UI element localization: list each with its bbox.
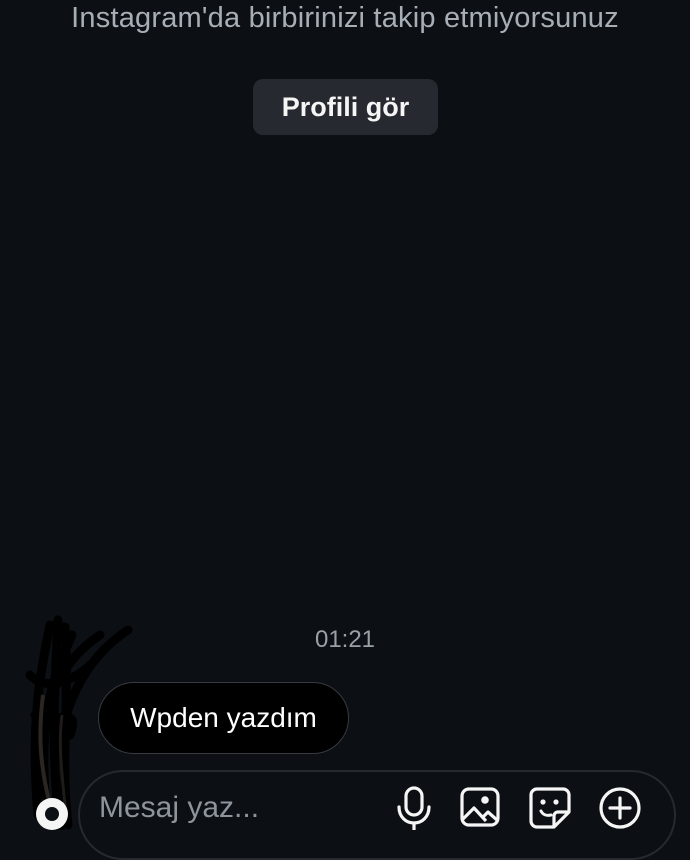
camera-icon — [30, 786, 74, 830]
message-input[interactable] — [99, 786, 369, 830]
message-bubble: Wpden yazdım — [98, 682, 349, 754]
add-button[interactable] — [598, 786, 642, 830]
add-icon — [598, 786, 642, 830]
camera-button[interactable] — [30, 786, 74, 830]
microphone-icon — [394, 786, 434, 830]
image-icon — [459, 786, 501, 830]
sticker-button[interactable] — [528, 786, 572, 830]
gallery-button[interactable] — [458, 786, 502, 830]
view-profile-button[interactable]: Profili gör — [253, 79, 438, 135]
follow-notice: Instagram'da birbirinizi takip etmiyorsu… — [71, 2, 619, 34]
microphone-button[interactable] — [392, 786, 436, 830]
sticker-icon — [528, 786, 572, 830]
